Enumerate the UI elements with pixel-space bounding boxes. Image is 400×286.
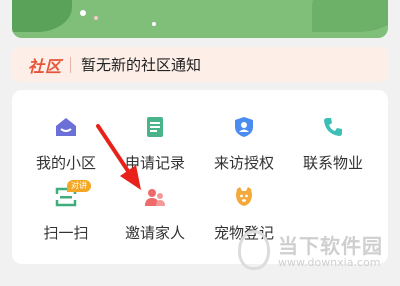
service-label: 来访授权 [213,154,274,172]
service-visitor-authorization[interactable]: 来访授权 [197,116,291,178]
service-invite-family[interactable]: 邀请家人 [108,186,202,248]
watermark-title: 当下软件园 [278,234,383,258]
service-label: 申请记录 [124,154,185,172]
service-application-records[interactable]: 申请记录 [108,116,202,178]
watermark: 当下软件园 www.downxia.com [230,228,400,284]
shield-user-icon [235,117,253,137]
flower-decoration [152,22,156,26]
service-my-community[interactable]: 我的小区 [19,116,113,178]
service-label: 扫一扫 [43,224,89,242]
service-label: 联系物业 [302,154,363,172]
leaf-decoration [12,0,72,32]
watermark-url: www.downxia.com [278,256,381,269]
watermark-logo-icon [238,230,270,270]
notice-divider [70,56,72,73]
home-icon [56,118,76,136]
intercom-badge: 对讲 [67,180,91,192]
service-contact-property[interactable]: 联系物业 [286,116,380,178]
phone-icon [324,118,342,136]
header-banner [12,0,388,38]
pet-icon [236,187,252,206]
document-icon [147,117,163,137]
family-icon [145,189,165,206]
flower-decoration [80,10,86,16]
community-notice-bar[interactable]: 社区 暂无新的社区通知 [12,47,388,82]
flower-decoration [94,16,98,20]
notice-tag: 社区 [28,56,63,76]
service-label: 邀请家人 [124,224,185,242]
notice-text: 暂无新的社区通知 [81,56,202,74]
leaf-decoration [312,0,388,32]
service-scan[interactable]: 对讲 扫一扫 [19,180,113,248]
service-label: 我的小区 [35,154,96,172]
